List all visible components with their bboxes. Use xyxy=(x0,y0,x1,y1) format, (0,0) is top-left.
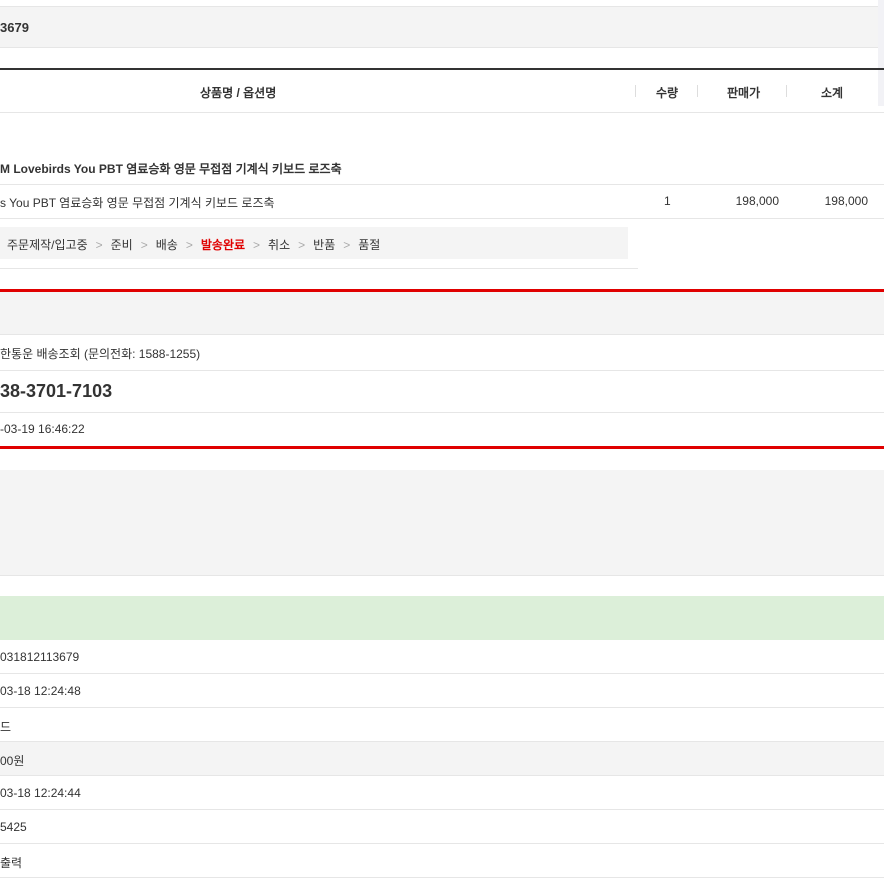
section-gap-block xyxy=(0,470,884,575)
order-info-row: 031812113679 xyxy=(0,640,884,674)
order-info-row: 5425 xyxy=(0,810,884,844)
order-number: 3679 xyxy=(0,20,29,35)
order-info-row: 03-18 12:24:48 xyxy=(0,674,884,708)
status-step: 품절 xyxy=(358,238,381,252)
order-info-row: 출력 xyxy=(0,844,884,878)
order-info-row: 03-18 12:24:44 xyxy=(0,776,884,810)
step-arrow-icon: > xyxy=(95,238,103,252)
product-qty: 1 xyxy=(664,194,671,208)
step-arrow-icon: > xyxy=(298,238,306,252)
step-arrow-icon: > xyxy=(185,238,193,252)
order-info-value: 드 xyxy=(0,720,12,734)
status-step: 준비 xyxy=(110,238,133,252)
col-header-subtotal: 소계 xyxy=(821,86,844,100)
step-arrow-icon: > xyxy=(253,238,261,252)
right-scroll-edge xyxy=(878,0,884,106)
step-arrow-icon: > xyxy=(343,238,351,252)
shipped-at: -03-19 16:46:22 xyxy=(0,422,85,436)
order-info-value: 031812113679 xyxy=(0,650,80,664)
status-step: 반품 xyxy=(313,238,336,252)
col-separator xyxy=(697,85,698,97)
carrier-tracking-link[interactable]: 한통운 배송조회 (문의전화: 1588-1255) xyxy=(0,345,200,362)
col-header-price: 판매가 xyxy=(727,86,761,100)
shipping-bottom-red-line xyxy=(0,446,884,449)
status-step: 취소 xyxy=(268,238,291,252)
order-number-bar xyxy=(0,7,884,47)
col-separator xyxy=(786,85,787,97)
status-step: 발송완료 xyxy=(200,238,246,252)
order-info-value: 00원 xyxy=(0,754,25,768)
status-divider xyxy=(0,268,638,269)
col-header-product: 상품명 / 옵션명 xyxy=(200,86,277,100)
col-header-qty: 수량 xyxy=(656,86,679,100)
order-info-value: 5425 xyxy=(0,820,27,834)
order-info-row: 드 xyxy=(0,708,884,742)
col-separator xyxy=(635,85,636,97)
product-option-name: s You PBT 염료승화 영문 무접점 기계식 키보드 로즈축 xyxy=(0,196,275,210)
order-info-row: 00원 xyxy=(0,742,884,776)
step-arrow-icon: > xyxy=(140,238,148,252)
product-price: 198,000 xyxy=(735,194,779,208)
order-info-value: 03-18 12:24:44 xyxy=(0,786,81,800)
order-info-header xyxy=(0,596,884,640)
product-subtotal: 198,000 xyxy=(824,194,868,208)
status-step: 배송 xyxy=(155,238,178,252)
order-info-value[interactable]: 출력 xyxy=(0,854,22,871)
order-info-value: 03-18 12:24:48 xyxy=(0,684,81,698)
product-title-link[interactable]: M Lovebirds You PBT 염료승화 영문 무접점 기계식 키보드 … xyxy=(0,160,342,177)
tracking-number: 38-3701-7103 xyxy=(0,381,113,401)
status-step: 주문제작/입고중 xyxy=(7,238,88,252)
status-steps: 주문제작/입고중 > 준비 > 배송 > 발송완료 > 취소 > 반품 > 품절 xyxy=(7,236,388,253)
status-step-bar: 주문제작/입고중 > 준비 > 배송 > 발송완료 > 취소 > 반품 > 품절 xyxy=(0,227,628,259)
shipping-header xyxy=(0,292,884,334)
table-header-top-border xyxy=(0,68,884,70)
